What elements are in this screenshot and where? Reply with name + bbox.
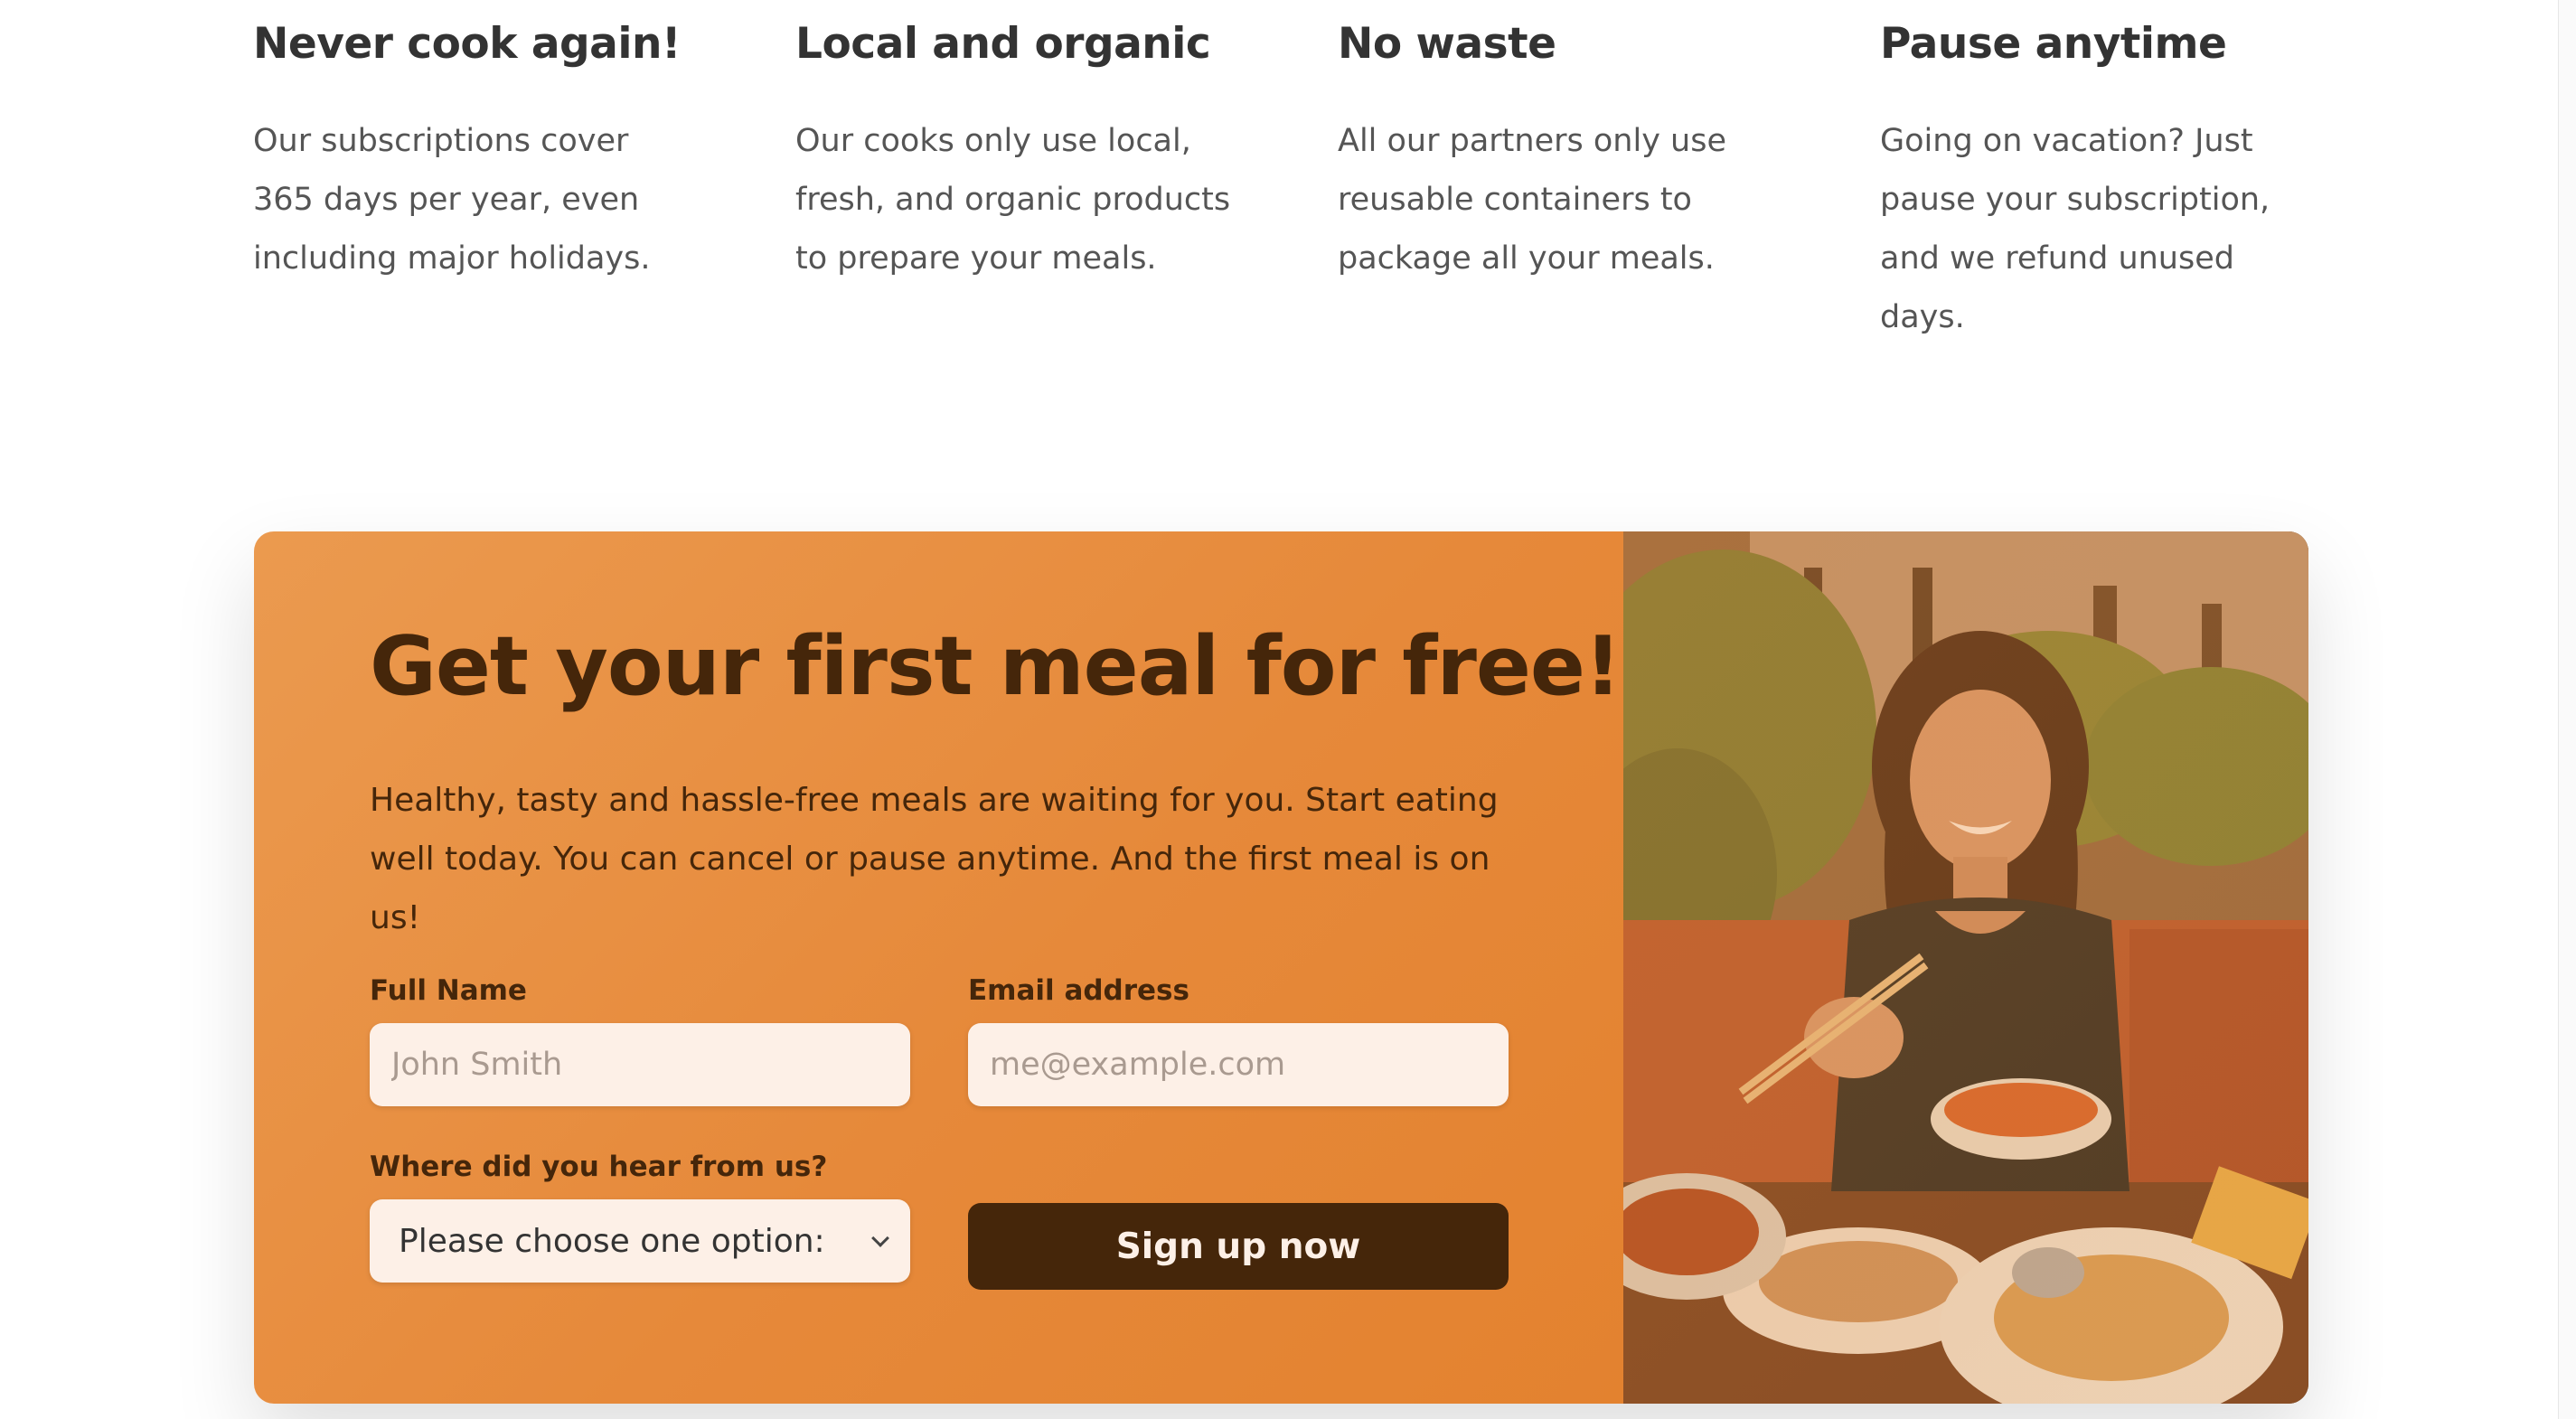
feature-title: Never cook again! — [253, 19, 681, 69]
feature-pause-anytime: Pause anytime Going on vacation? Just pa… — [1880, 16, 2422, 347]
source-select[interactable]: Please choose one option: — [370, 1199, 910, 1283]
cta-photo — [1623, 531, 2308, 1404]
feature-no-waste: No waste All our partners only use reusa… — [1338, 16, 1880, 347]
source-select-value: Please choose one option: — [399, 1222, 825, 1260]
page-scrollbar[interactable] — [2558, 0, 2576, 1419]
source-group: Where did you hear from us? Please choos… — [370, 1151, 910, 1283]
full-name-label: Full Name — [370, 974, 527, 1007]
feature-title: Pause anytime — [1880, 19, 2227, 69]
feature-title: Local and organic — [795, 19, 1211, 69]
feature-local-organic: Local and organic Our cooks only use loc… — [795, 16, 1338, 347]
email-label: Email address — [968, 974, 1189, 1007]
feature-text: Our subscriptions cover 365 days per yea… — [253, 123, 651, 277]
feature-text: Our cooks only use local, fresh, and org… — [795, 123, 1231, 277]
cta-heading: Get your first meal for free! — [370, 619, 1622, 714]
feature-text: Going on vacation? Just pause your subsc… — [1880, 123, 2270, 335]
email-group: Email address — [968, 974, 1509, 1106]
feature-title: No waste — [1338, 19, 1556, 69]
cta-description: Healthy, tasty and hassle-free meals are… — [370, 782, 1499, 936]
cta-card: Get your first meal for free! Healthy, t… — [254, 531, 2308, 1404]
full-name-group: Full Name — [370, 974, 910, 1106]
photo-overlay — [1623, 531, 2308, 1404]
page: Never cook again! Our subscriptions cove… — [0, 0, 2576, 1419]
feature-never-cook: Never cook again! Our subscriptions cove… — [253, 16, 795, 347]
features-section: Never cook again! Our subscriptions cove… — [253, 16, 2314, 347]
full-name-input[interactable] — [370, 1023, 910, 1106]
source-label: Where did you hear from us? — [370, 1151, 828, 1183]
email-input[interactable] — [968, 1023, 1509, 1106]
sign-up-button[interactable]: Sign up now — [968, 1203, 1509, 1290]
feature-text: All our partners only use reusable conta… — [1338, 123, 1726, 277]
cta-text-panel: Get your first meal for free! Healthy, t… — [254, 531, 1623, 1404]
chevron-down-icon — [871, 1229, 889, 1247]
